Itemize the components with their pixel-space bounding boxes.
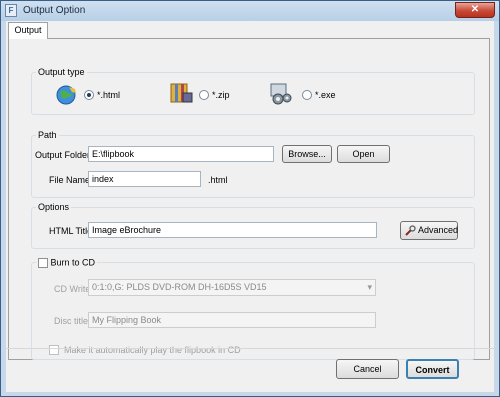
burn-cd-header: Burn to CD	[36, 257, 98, 268]
advanced-label: Advanced	[418, 225, 459, 235]
output-folder-input[interactable]: E:\flipbook	[88, 146, 274, 162]
file-name-label: File Name:	[49, 175, 93, 185]
exe-radio[interactable]	[302, 90, 312, 100]
gears-icon	[270, 83, 292, 105]
app-icon: F	[5, 4, 17, 17]
output-folder-label: Output Folder:	[35, 150, 93, 160]
tab-output[interactable]: Output	[8, 22, 48, 39]
html-option-label: *.html	[97, 90, 121, 100]
html-radio[interactable]	[84, 90, 94, 100]
convert-button[interactable]: Convert	[406, 359, 459, 379]
cancel-button[interactable]: Cancel	[336, 359, 399, 379]
title-bar[interactable]: F Output Option ✕	[1, 1, 499, 21]
zip-radio[interactable]	[199, 90, 209, 100]
cd-writer-value: 0:1:0,G: PLDS DVD-ROM DH-16D5S VD15	[92, 282, 267, 292]
open-button[interactable]: Open	[337, 145, 390, 163]
dialog-body: Output Output type *.html *.zip *.exe Pa…	[6, 21, 494, 392]
window-title: Output Option	[23, 5, 86, 16]
dialog-window: F Output Option ✕ Output Output type *.h…	[0, 0, 500, 397]
output-type-title: Output type	[36, 67, 87, 77]
html-title-input[interactable]: Image eBrochure	[88, 222, 377, 238]
file-extension-label: .html	[208, 175, 228, 185]
browse-button[interactable]: Browse...	[282, 145, 332, 163]
disc-title-label: Disc title:	[54, 316, 91, 326]
cd-writer-select[interactable]: 0:1:0,G: PLDS DVD-ROM DH-16D5S VD15 ▾	[88, 279, 376, 296]
autoplay-label: Make it automatically play the flipbook …	[64, 345, 241, 355]
disc-title-input[interactable]: My Flipping Book	[88, 312, 376, 328]
exe-option-label: *.exe	[315, 90, 336, 100]
options-group: Options HTML Title: Image eBrochure Adva…	[31, 202, 475, 249]
burn-cd-checkbox[interactable]	[38, 257, 48, 268]
path-title: Path	[36, 130, 59, 140]
options-title: Options	[36, 202, 72, 212]
chevron-down-icon: ▾	[367, 282, 372, 292]
path-group: Path Output Folder: E:\flipbook Browse..…	[31, 130, 475, 198]
burn-cd-label: Burn to CD	[50, 257, 96, 268]
tab-panel: Output type *.html *.zip *.exe Path Outp…	[8, 38, 490, 360]
tools-icon	[405, 225, 416, 236]
file-name-input[interactable]: index	[88, 171, 201, 187]
zip-option-label: *.zip	[212, 90, 230, 100]
footer-divider	[6, 348, 494, 349]
output-type-group: Output type *.html *.zip *.exe	[31, 67, 475, 115]
autoplay-checkbox[interactable]	[49, 345, 59, 355]
archive-icon	[170, 83, 193, 103]
advanced-button[interactable]: Advanced	[400, 221, 458, 240]
burn-cd-group: Burn to CD CD Writer 0:1:0,G: PLDS DVD-R…	[31, 257, 475, 360]
globe-icon	[56, 85, 76, 105]
close-button[interactable]: ✕	[455, 2, 495, 18]
